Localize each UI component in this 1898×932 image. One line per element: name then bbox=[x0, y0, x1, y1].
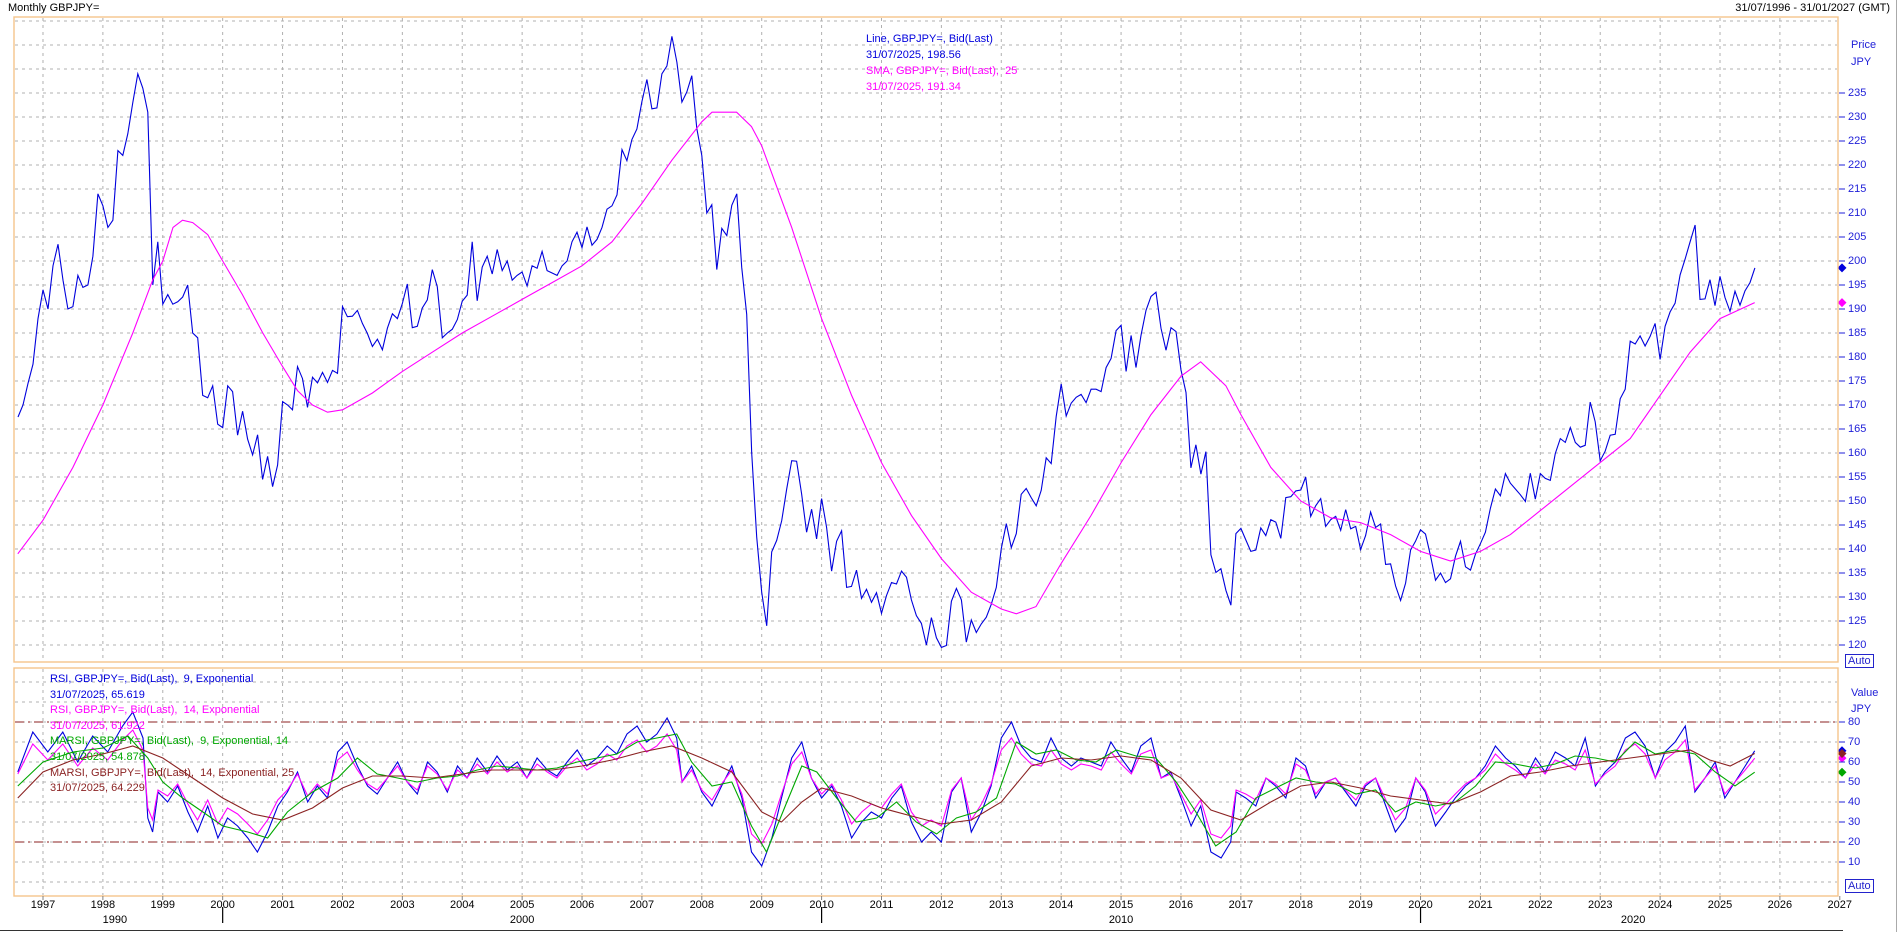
value-tick-label: 40 bbox=[1848, 796, 1860, 808]
x-year-label: 2016 bbox=[1168, 899, 1194, 911]
series-line bbox=[18, 734, 1755, 852]
x-year-label: 2020 bbox=[1408, 899, 1434, 911]
x-decade-label: 2010 bbox=[1108, 914, 1134, 926]
value-axis-title-line2: JPY bbox=[1851, 703, 1871, 715]
series-line bbox=[18, 112, 1755, 614]
x-year-label: 2005 bbox=[509, 899, 535, 911]
price-tick-label: 200 bbox=[1848, 255, 1866, 267]
x-year-label: 2001 bbox=[270, 899, 296, 911]
price-tick-label: 165 bbox=[1848, 423, 1866, 435]
price-tick-label: 190 bbox=[1848, 303, 1866, 315]
price-tick-label: 210 bbox=[1848, 207, 1866, 219]
x-year-label: 2018 bbox=[1288, 899, 1314, 911]
x-year-label: 2017 bbox=[1228, 899, 1254, 911]
x-year-label: 2006 bbox=[569, 899, 595, 911]
x-year-label: 2015 bbox=[1108, 899, 1134, 911]
x-year-label: 2010 bbox=[809, 899, 835, 911]
price-tick-label: 230 bbox=[1848, 111, 1866, 123]
price-tick-label: 120 bbox=[1848, 639, 1866, 651]
price-tick-label: 205 bbox=[1848, 231, 1866, 243]
price-legend-line: SMA, GBPJPY=, Bid(Last), 25 bbox=[866, 65, 1017, 77]
price-tick-label: 185 bbox=[1848, 327, 1866, 339]
x-year-label: 2022 bbox=[1527, 899, 1553, 911]
panel-border bbox=[14, 17, 1838, 662]
rsi-legend-line: RSI, GBPJPY=, Bid(Last), 9, Exponential bbox=[50, 673, 253, 685]
x-year-label: 1999 bbox=[150, 899, 176, 911]
rsi-legend-line: 31/07/2025, 65.619 bbox=[50, 689, 145, 701]
price-tick-label: 170 bbox=[1848, 399, 1866, 411]
price-tick-label: 215 bbox=[1848, 183, 1866, 195]
x-year-label: 2026 bbox=[1767, 899, 1793, 911]
x-decade-label: 2000 bbox=[509, 914, 535, 926]
x-year-label: 2012 bbox=[928, 899, 954, 911]
series-line bbox=[18, 36, 1755, 647]
x-year-label: 2021 bbox=[1467, 899, 1493, 911]
value-tick-label: 70 bbox=[1848, 736, 1860, 748]
price-tick-label: 235 bbox=[1848, 87, 1866, 99]
x-year-label: 2014 bbox=[1048, 899, 1074, 911]
value-autoscale-button[interactable]: Auto bbox=[1845, 879, 1874, 893]
rsi-legend-line: 31/07/2025, 61.922 bbox=[50, 720, 145, 732]
x-year-label: 2013 bbox=[988, 899, 1014, 911]
x-decade-label: 2020 bbox=[1620, 914, 1646, 926]
rsi-legend-line: 31/07/2025, 64.229 bbox=[50, 782, 145, 794]
rsi-legend-line: 31/07/2025, 54.878 bbox=[50, 751, 145, 763]
price-legend-line: 31/07/2025, 198.56 bbox=[866, 49, 961, 61]
last-value-marker bbox=[1838, 298, 1847, 307]
value-tick-label: 10 bbox=[1848, 856, 1860, 868]
x-year-label: 1997 bbox=[30, 899, 56, 911]
x-year-label: 2019 bbox=[1348, 899, 1374, 911]
x-decade-label: 1990 bbox=[102, 914, 128, 926]
x-year-label: 2027 bbox=[1827, 899, 1853, 911]
chart-canvas[interactable] bbox=[0, 0, 1898, 932]
price-tick-label: 225 bbox=[1848, 135, 1866, 147]
price-tick-label: 145 bbox=[1848, 519, 1866, 531]
price-tick-label: 130 bbox=[1848, 591, 1866, 603]
x-year-label: 2002 bbox=[329, 899, 355, 911]
price-autoscale-button[interactable]: Auto bbox=[1845, 654, 1874, 668]
value-tick-label: 80 bbox=[1848, 716, 1860, 728]
price-legend-line: 31/07/2025, 191.34 bbox=[866, 81, 961, 93]
x-year-label: 2008 bbox=[689, 899, 715, 911]
x-year-label: 2004 bbox=[449, 899, 475, 911]
price-tick-label: 150 bbox=[1848, 495, 1866, 507]
price-tick-label: 175 bbox=[1848, 375, 1866, 387]
x-year-label: 2009 bbox=[749, 899, 775, 911]
x-year-label: 2003 bbox=[389, 899, 415, 911]
price-tick-label: 125 bbox=[1848, 615, 1866, 627]
price-legend-line: Line, GBPJPY=, Bid(Last) bbox=[866, 33, 993, 45]
series-line bbox=[18, 746, 1755, 824]
last-value-marker bbox=[1838, 263, 1847, 272]
x-year-label: 2000 bbox=[210, 899, 236, 911]
value-tick-label: 30 bbox=[1848, 816, 1860, 828]
value-axis-title-line1: Value bbox=[1851, 687, 1878, 699]
x-year-label: 2024 bbox=[1647, 899, 1673, 911]
price-axis-title-line1: Price bbox=[1851, 39, 1876, 51]
price-tick-label: 160 bbox=[1848, 447, 1866, 459]
price-tick-label: 140 bbox=[1848, 543, 1866, 555]
x-year-label: 2025 bbox=[1707, 899, 1733, 911]
price-tick-label: 135 bbox=[1848, 567, 1866, 579]
x-year-label: 1998 bbox=[90, 899, 116, 911]
last-value-marker bbox=[1838, 768, 1847, 777]
value-tick-label: 20 bbox=[1848, 836, 1860, 848]
price-axis-title-line2: JPY bbox=[1851, 56, 1871, 68]
chart-window: Monthly GBPJPY= 31/07/1996 - 31/01/2027 … bbox=[0, 0, 1898, 932]
price-tick-label: 180 bbox=[1848, 351, 1866, 363]
price-tick-label: 195 bbox=[1848, 279, 1866, 291]
rsi-legend-line: MARSI, GBPJPY=, Bid(Last), 9, Exponentia… bbox=[50, 735, 288, 747]
price-tick-label: 155 bbox=[1848, 471, 1866, 483]
price-tick-label: 220 bbox=[1848, 159, 1866, 171]
value-tick-label: 50 bbox=[1848, 776, 1860, 788]
value-tick-label: 60 bbox=[1848, 756, 1860, 768]
x-year-label: 2023 bbox=[1587, 899, 1613, 911]
x-year-label: 2007 bbox=[629, 899, 655, 911]
rsi-legend-line: RSI, GBPJPY=, Bid(Last), 14, Exponential bbox=[50, 704, 259, 716]
x-year-label: 2011 bbox=[868, 899, 894, 911]
rsi-legend-line: MARSI, GBPJPY=, Bid(Last), 14, Exponenti… bbox=[50, 767, 294, 779]
